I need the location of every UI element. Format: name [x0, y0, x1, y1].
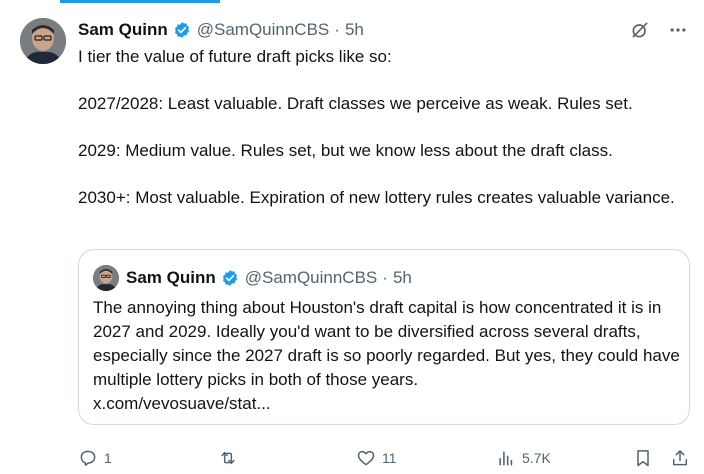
reply-icon [80, 450, 96, 466]
quoted-tweet-text: The annoying thing about Houston's draft… [93, 296, 683, 416]
tweet-text: I tier the value of future draft picks l… [78, 45, 688, 210]
author-handle[interactable]: @SamQuinnCBS [197, 20, 330, 40]
quoted-avatar [93, 265, 119, 291]
quoted-author-name: Sam Quinn [126, 268, 216, 287]
separator-dot: · [382, 268, 388, 287]
retweet-button[interactable] [218, 444, 244, 472]
quoted-tweet[interactable]: Sam Quinn @SamQuinnCBS · 5h The annoying… [78, 249, 690, 425]
retweet-icon [221, 451, 235, 465]
avatar-image [20, 18, 66, 64]
reply-button[interactable]: 1 [78, 444, 112, 472]
avatar[interactable] [20, 18, 66, 64]
top-strip [0, 0, 704, 4]
like-button[interactable]: 11 [356, 444, 397, 472]
like-count: 11 [382, 450, 397, 466]
grok-slash-icon[interactable] [630, 20, 650, 40]
action-bar: 1 11 5.7K [78, 444, 690, 472]
views-button[interactable]: 5.7K [496, 444, 551, 472]
tweet-paragraph: I tier the value of future draft picks l… [78, 47, 392, 66]
separator-dot: · [334, 20, 340, 39]
tweet-header: Sam Quinn @SamQuinnCBS · 5h [78, 18, 688, 42]
tweet-paragraph: 2029: Medium value. Rules set, but we kn… [78, 141, 613, 160]
view-count: 5.7K [522, 450, 551, 466]
views-icon [499, 451, 513, 466]
share-button[interactable] [670, 444, 690, 472]
bookmark-button[interactable] [633, 444, 653, 472]
timestamp[interactable]: 5h [345, 20, 364, 40]
share-icon [673, 450, 687, 466]
tweet-paragraph: 2027/2028: Least valuable. Draft classes… [78, 94, 633, 113]
reply-count: 1 [104, 450, 112, 466]
like-icon [357, 450, 375, 466]
author-name[interactable]: Sam Quinn [78, 20, 168, 40]
quoted-tweet-header: Sam Quinn @SamQuinnCBS · 5h [93, 265, 412, 291]
quoted-body: The annoying thing about Houston's draft… [93, 298, 680, 389]
quoted-link[interactable]: x.com/vevosuave/stat... [93, 392, 683, 416]
bookmark-icon [637, 450, 649, 467]
quoted-timestamp: 5h [392, 268, 412, 287]
verified-badge-icon [221, 269, 239, 287]
more-icon[interactable] [668, 20, 688, 40]
verified-badge-icon [173, 21, 191, 39]
quoted-author-handle: @SamQuinnCBS [244, 268, 378, 287]
tweet-paragraph: 2030+: Most valuable. Expiration of new … [78, 188, 675, 207]
active-tab-indicator [60, 0, 220, 3]
